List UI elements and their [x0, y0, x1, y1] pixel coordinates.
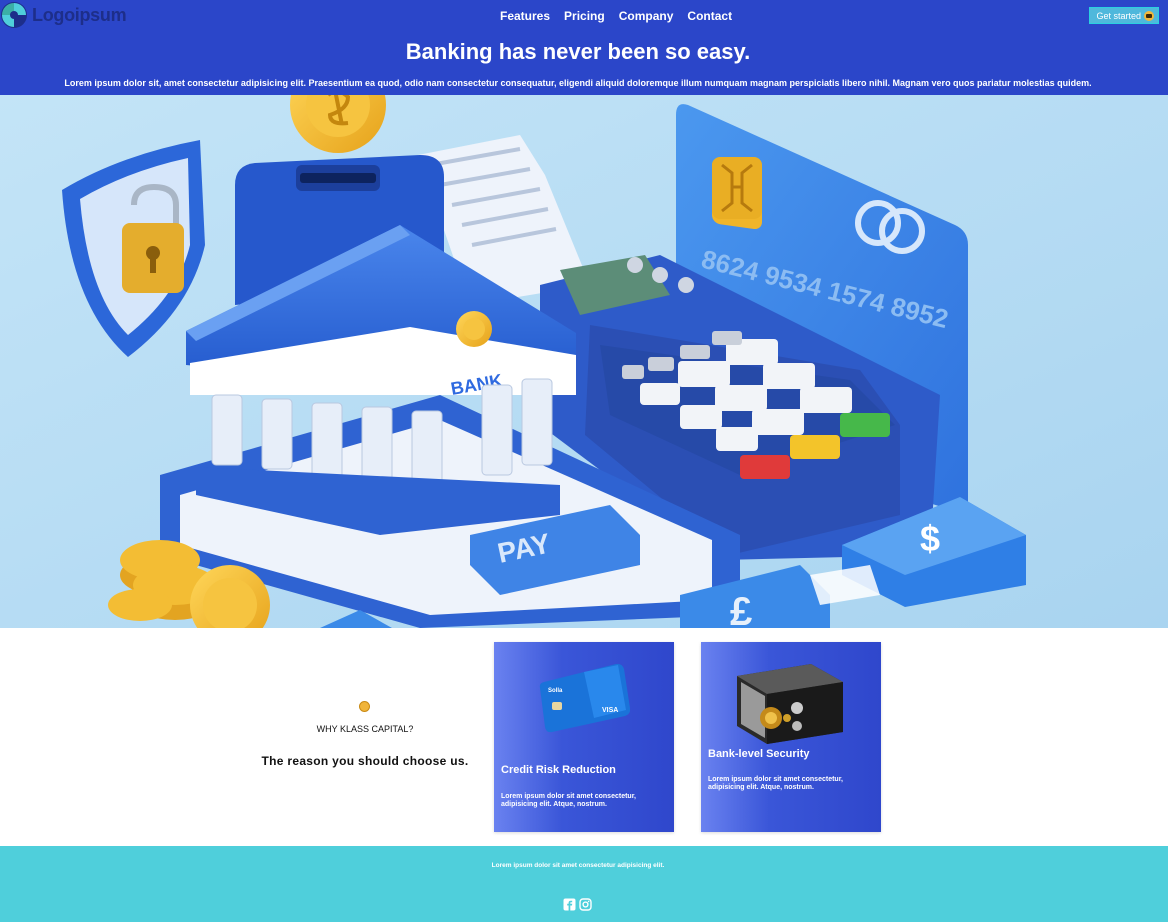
feature-card-security: Bank-level Security Lorem ipsum dolor si… — [701, 642, 881, 832]
banking-illustration: 8624 9534 1574 8952 PAY BANK $ £ — [0, 95, 1168, 628]
logo[interactable]: Logoipsum — [0, 0, 127, 30]
card-text: Lorem ipsum dolor sit amet consectetur, … — [708, 776, 843, 791]
get-started-label: Get started — [1096, 10, 1141, 21]
logo-mark-icon — [1, 2, 27, 28]
svg-text:£: £ — [730, 590, 752, 628]
nav-link-pricing[interactable]: Pricing — [564, 9, 605, 23]
thinking-emoji-icon — [359, 701, 370, 712]
footer-text: Lorem ipsum dolor sit amet consectetur a… — [491, 862, 665, 869]
why-title: The reason you should choose us. — [261, 754, 469, 768]
card-logo-text: Solla — [548, 688, 563, 694]
card-brand-text: VISA — [602, 707, 618, 714]
safe-image — [737, 664, 843, 744]
hero-title: Banking has never been so easy. — [405, 39, 751, 64]
why-section: WHY KLASS CAPITAL? The reason you should… — [0, 628, 1168, 846]
feature-card-credit-risk: Solla VISA Credit Risk Reduction Lorem i… — [494, 642, 674, 832]
why-kicker: WHY KLASS CAPITAL? — [316, 724, 414, 734]
site-footer: Lorem ipsum dolor sit amet consectetur a… — [0, 846, 1168, 922]
hero-subtitle: Lorem ipsum dolor sit, amet consectetur … — [64, 78, 1092, 88]
get-started-button[interactable]: Get started — [1089, 7, 1159, 24]
card-title: Credit Risk Reduction — [501, 764, 616, 776]
hero-illustration: 8624 9534 1574 8952 PAY BANK $ £ — [0, 95, 1168, 628]
main-nav: Features Pricing Company Contact — [500, 9, 732, 23]
nav-link-company[interactable]: Company — [619, 9, 674, 23]
svg-text:$: $ — [920, 518, 940, 559]
emoji-icon — [1144, 10, 1154, 21]
nav-link-features[interactable]: Features — [500, 9, 550, 23]
instagram-icon[interactable] — [579, 898, 592, 911]
card-title: Bank-level Security — [708, 748, 810, 760]
site-header: Logoipsum Features Pricing Company Conta… — [0, 0, 1168, 95]
nav-link-contact[interactable]: Contact — [687, 9, 732, 23]
card-text: Lorem ipsum dolor sit amet consectetur, … — [501, 793, 636, 808]
logo-text: Logoipsum — [32, 4, 127, 25]
social-links — [563, 898, 592, 911]
facebook-icon[interactable] — [563, 898, 576, 911]
credit-card-image: Solla VISA — [539, 663, 630, 733]
